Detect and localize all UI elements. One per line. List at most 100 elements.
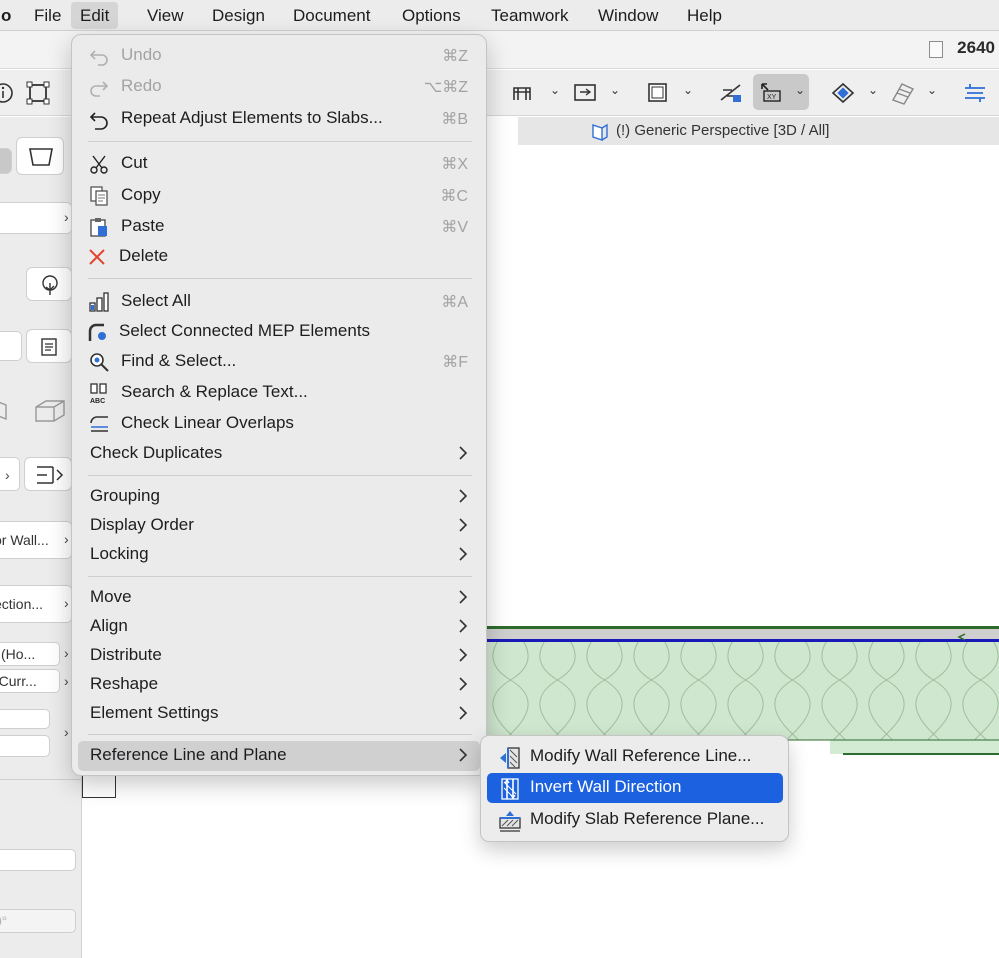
repeat-icon xyxy=(89,112,108,130)
chevron-right-icon[interactable]: › xyxy=(64,595,69,611)
menu-item-label: Check Linear Overlaps xyxy=(121,413,294,432)
menu-item-label: Find & Select... xyxy=(121,351,237,370)
chevron-right-icon[interactable]: › xyxy=(64,673,69,689)
menu-item-reference-line-and-plane[interactable]: Reference Line and Plane xyxy=(78,741,480,771)
menu-item-reshape[interactable]: Reshape xyxy=(78,670,480,700)
toolbox-tab[interactable] xyxy=(0,148,12,174)
document-icon xyxy=(41,338,57,356)
menu-options[interactable]: Options xyxy=(393,0,470,31)
menu-window[interactable]: Window xyxy=(589,0,667,31)
menu-item-check-linear-overlaps[interactable]: Check Linear Overlaps xyxy=(78,409,480,439)
app-menu[interactable]: o xyxy=(0,0,20,31)
angle-field[interactable]: 0° xyxy=(0,909,76,933)
menu-view[interactable]: View xyxy=(138,0,193,31)
delete-x-icon xyxy=(89,249,105,265)
toolbox-field[interactable] xyxy=(0,457,20,491)
menu-item-move[interactable]: Move xyxy=(78,583,480,613)
xy-coordinate-icon[interactable]: XY xyxy=(758,80,784,106)
menu-item-locking[interactable]: Locking xyxy=(78,540,480,570)
menu-separator xyxy=(88,278,472,279)
perspective-view-icon xyxy=(592,123,608,141)
input-field[interactable] xyxy=(0,709,50,729)
menu-design[interactable]: Design xyxy=(203,0,274,31)
scissors-icon xyxy=(90,155,108,174)
chevron-right-icon xyxy=(459,748,468,762)
chevron-right-icon[interactable]: › xyxy=(64,645,69,661)
projection-icon[interactable] xyxy=(830,80,856,106)
menu-item-delete[interactable]: Delete xyxy=(78,242,480,272)
floor-plan-icon[interactable] xyxy=(962,80,988,106)
menu-document[interactable]: Document xyxy=(284,0,379,31)
menu-item-label: Cut xyxy=(121,153,148,172)
tool-label-button[interactable] xyxy=(24,457,72,491)
submenu-item-invert-wall-direction[interactable]: Invert Wall Direction xyxy=(487,773,783,803)
chevron-down-icon[interactable]: ⌄ xyxy=(683,83,697,103)
menu-item-label: Paste xyxy=(121,216,165,235)
menu-item-search-replace[interactable]: ABC Search & Replace Text... xyxy=(78,378,480,408)
menu-item-check-duplicates[interactable]: Check Duplicates xyxy=(78,439,480,469)
menu-item-label: Align xyxy=(90,616,128,635)
shortcut-label: ⌥⌘Z xyxy=(423,79,468,96)
menu-item-repeat[interactable]: Repeat Adjust Elements to Slabs... ⌘B xyxy=(78,104,480,134)
submenu-item-modify-slab-reference-plane[interactable]: Modify Slab Reference Plane... xyxy=(487,805,783,835)
menu-item-display-order[interactable]: Display Order xyxy=(78,511,480,541)
menu-edit[interactable]: Edit xyxy=(71,2,119,29)
menu-item-align[interactable]: Align xyxy=(78,612,480,642)
menu-item-cut[interactable]: Cut ⌘X xyxy=(78,149,480,179)
layer-field[interactable]: l (Ho... xyxy=(0,642,60,666)
box-3d-icon[interactable] xyxy=(32,397,68,425)
chevron-right-icon xyxy=(459,648,468,662)
menu-item-distribute[interactable]: Distribute xyxy=(78,641,480,671)
frame-select-icon[interactable] xyxy=(25,80,51,106)
drawing-fragment[interactable] xyxy=(82,776,116,798)
shortcut-label: ⌘C xyxy=(440,188,468,205)
section-field[interactable]: ection... xyxy=(0,585,72,623)
menu-help[interactable]: Help xyxy=(678,0,731,31)
reference-line-submenu: Modify Wall Reference Line... Invert Wal… xyxy=(480,735,789,842)
info-icon[interactable] xyxy=(0,80,16,106)
menu-item-grouping[interactable]: Grouping xyxy=(78,482,480,512)
toolbox-field[interactable] xyxy=(0,202,72,234)
chevron-right-icon[interactable]: › xyxy=(64,531,69,547)
chevron-down-icon[interactable]: ⌄ xyxy=(927,83,941,103)
tool-slab-button[interactable] xyxy=(16,137,64,175)
menu-item-select-all[interactable]: Select All ⌘A xyxy=(78,287,480,317)
menu-item-select-connected-mep[interactable]: Select Connected MEP Elements xyxy=(78,317,480,347)
shortcut-label: ⌘B xyxy=(441,111,468,128)
wall-type-field[interactable]: or Wall... xyxy=(0,521,72,559)
tool-document-button[interactable] xyxy=(26,329,72,363)
chevron-right-icon[interactable]: › xyxy=(64,724,69,740)
menu-item-paste[interactable]: Paste ⌘V xyxy=(78,212,480,242)
chevron-down-icon[interactable]: ⌄ xyxy=(868,83,882,103)
menu-item-redo[interactable]: Redo ⌥⌘Z xyxy=(78,72,480,102)
shadow-box-icon[interactable] xyxy=(645,80,671,106)
story-field[interactable]: (Curr... xyxy=(0,669,60,693)
divider xyxy=(0,779,82,780)
chevron-right-icon[interactable]: › xyxy=(64,209,69,225)
menu-item-find-select[interactable]: Find & Select... ⌘F xyxy=(78,347,480,377)
submenu-item-modify-wall-reference-line[interactable]: Modify Wall Reference Line... xyxy=(487,742,783,772)
menu-item-copy[interactable]: Copy ⌘C xyxy=(78,181,480,211)
arrange-views-icon[interactable] xyxy=(572,80,598,106)
shape-icon[interactable] xyxy=(0,397,10,423)
chevron-right-icon xyxy=(459,446,468,460)
chevron-down-icon[interactable]: ⌄ xyxy=(550,83,564,103)
menu-file[interactable]: File xyxy=(25,0,70,31)
redo-icon xyxy=(90,81,109,97)
menu-item-undo[interactable]: Undo ⌘Z xyxy=(78,41,480,71)
chevron-down-icon[interactable]: ⌄ xyxy=(795,83,809,103)
input-field[interactable] xyxy=(0,849,76,871)
chevron-down-icon[interactable]: ⌄ xyxy=(610,83,624,103)
chevron-right-icon[interactable]: › xyxy=(5,467,10,483)
stair-icon[interactable] xyxy=(510,80,536,106)
tree-icon xyxy=(42,275,58,295)
surface-grid-icon[interactable] xyxy=(890,80,916,106)
view-tab-label[interactable]: (!) Generic Perspective [3D / All] xyxy=(616,122,829,139)
trace-reference-icon[interactable] xyxy=(718,80,744,106)
menu-teamwork[interactable]: Teamwork xyxy=(482,0,577,31)
menu-item-element-settings[interactable]: Element Settings xyxy=(78,699,480,729)
input-field[interactable] xyxy=(0,735,50,757)
toolbox-field[interactable] xyxy=(0,331,22,361)
shortcut-label: ⌘F xyxy=(442,354,468,371)
tool-object-button[interactable] xyxy=(26,267,72,301)
